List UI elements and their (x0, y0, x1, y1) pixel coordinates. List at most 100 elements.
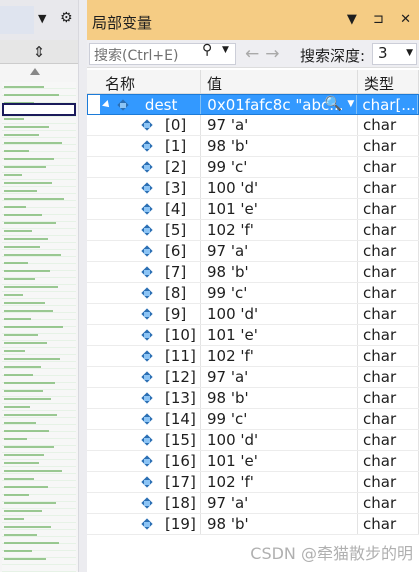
element-value[interactable]: 100 'd' (201, 430, 358, 450)
element-name-cell[interactable]: [0] (99, 115, 201, 135)
element-name-cell[interactable]: [5] (99, 220, 201, 240)
element-value[interactable]: 99 'c' (201, 157, 358, 177)
element-name: [9] (165, 305, 187, 323)
search-options-dropdown-icon[interactable]: ▼ (222, 45, 229, 55)
column-header-value[interactable]: 值 (201, 70, 358, 93)
element-value[interactable]: 99 'c' (201, 409, 358, 429)
element-value[interactable]: 98 'b' (201, 514, 358, 534)
gear-icon[interactable]: ⚙ (60, 10, 73, 26)
element-type: char (358, 199, 419, 219)
table-row[interactable]: [12] 97 'a' char (87, 367, 419, 388)
search-input[interactable]: 搜索(Ctrl+E) (89, 43, 236, 65)
element-name-cell[interactable]: [13] (99, 388, 201, 408)
element-value[interactable]: 102 'f' (201, 220, 358, 240)
element-name-cell[interactable]: [12] (99, 367, 201, 387)
element-value[interactable]: 97 'a' (201, 115, 358, 135)
table-row[interactable]: [5] 102 'f' char (87, 220, 419, 241)
table-row[interactable]: [7] 98 'b' char (87, 262, 419, 283)
search-depth-select[interactable]: 3 ▼ (372, 43, 417, 65)
left-panel-tab[interactable] (0, 6, 34, 34)
element-type: char (358, 262, 419, 282)
element-name-cell[interactable]: [16] (99, 451, 201, 471)
element-value[interactable]: 97 'a' (201, 367, 358, 387)
collapse-triangle-icon[interactable] (101, 100, 112, 110)
variable-value-cell[interactable]: 0x01fafc8c "abc... 🔍 ▼ (201, 95, 358, 114)
element-name-cell[interactable]: [3] (99, 178, 201, 198)
table-row[interactable]: [2] 99 'c' char (87, 157, 419, 178)
table-row[interactable]: [6] 97 'a' char (87, 241, 419, 262)
pin-icon[interactable]: ⊐ (373, 12, 384, 27)
chevron-down-icon[interactable]: ▼ (406, 48, 413, 58)
element-value[interactable]: 98 'b' (201, 136, 358, 156)
variable-icon (141, 392, 153, 404)
element-value[interactable]: 101 'e' (201, 325, 358, 345)
element-value[interactable]: 100 'd' (201, 304, 358, 324)
close-icon[interactable]: ✕ (400, 12, 411, 27)
variable-icon (141, 518, 153, 530)
element-name-cell[interactable]: [10] (99, 325, 201, 345)
row-gutter (87, 178, 99, 198)
panel-divider[interactable] (78, 0, 87, 572)
element-type: char (358, 388, 419, 408)
element-value[interactable]: 100 'd' (201, 178, 358, 198)
element-value[interactable]: 101 'e' (201, 199, 358, 219)
splitter-handle-icon[interactable]: ⇕ (0, 40, 78, 64)
element-value[interactable]: 98 'b' (201, 262, 358, 282)
visualizer-dropdown-icon[interactable]: ▼ (347, 99, 354, 109)
dropdown-arrow-icon[interactable]: ▼ (38, 12, 46, 25)
element-name: [19] (165, 515, 196, 533)
row-gutter (87, 136, 99, 156)
element-name-cell[interactable]: [19] (99, 514, 201, 534)
element-name-cell[interactable]: [18] (99, 493, 201, 513)
element-value[interactable]: 97 'a' (201, 493, 358, 513)
variable-name-cell[interactable]: dest (99, 95, 202, 114)
element-name-cell[interactable]: [4] (99, 199, 201, 219)
element-value[interactable]: 102 'f' (201, 472, 358, 492)
table-row[interactable]: [18] 97 'a' char (87, 493, 419, 514)
table-row[interactable]: [9] 100 'd' char (87, 304, 419, 325)
table-row[interactable]: [8] 99 'c' char (87, 283, 419, 304)
search-previous-icon[interactable]: ← (245, 44, 259, 64)
element-value[interactable]: 102 'f' (201, 346, 358, 366)
element-value[interactable]: 99 'c' (201, 283, 358, 303)
element-name-cell[interactable]: [8] (99, 283, 201, 303)
minimap-viewport[interactable] (2, 103, 76, 116)
table-row[interactable]: [11] 102 'f' char (87, 346, 419, 367)
element-name-cell[interactable]: [11] (99, 346, 201, 366)
element-name-cell[interactable]: [2] (99, 157, 201, 177)
element-type: char (358, 325, 419, 345)
table-row[interactable]: [15] 100 'd' char (87, 430, 419, 451)
element-name-cell[interactable]: [7] (99, 262, 201, 282)
table-row[interactable]: [16] 101 'e' char (87, 451, 419, 472)
element-name-cell[interactable]: [15] (99, 430, 201, 450)
window-menu-dropdown-icon[interactable]: ▼ (347, 12, 357, 27)
table-row[interactable]: [3] 100 'd' char (87, 178, 419, 199)
element-value[interactable]: 97 'a' (201, 241, 358, 261)
table-row[interactable]: [17] 102 'f' char (87, 472, 419, 493)
table-row[interactable]: [4] 101 'e' char (87, 199, 419, 220)
table-row[interactable]: [0] 97 'a' char (87, 115, 419, 136)
search-icon[interactable]: ⚲ (202, 42, 212, 58)
table-row[interactable]: [1] 98 'b' char (87, 136, 419, 157)
column-header-name[interactable]: 名称 (99, 70, 201, 93)
element-value[interactable]: 101 'e' (201, 451, 358, 471)
element-name-cell[interactable]: [14] (99, 409, 201, 429)
table-row[interactable]: [13] 98 'b' char (87, 388, 419, 409)
variable-icon (141, 224, 153, 236)
variable-row-dest[interactable]: dest 0x01fafc8c "abc... 🔍 ▼ char[... (87, 94, 419, 115)
element-name-cell[interactable]: [1] (99, 136, 201, 156)
search-next-icon[interactable]: → (265, 44, 279, 64)
magnifier-icon[interactable]: 🔍 (325, 96, 342, 112)
table-row[interactable]: [19] 98 'b' char (87, 514, 419, 535)
element-type: char (358, 178, 419, 198)
element-name: [13] (165, 389, 196, 407)
element-name-cell[interactable]: [9] (99, 304, 201, 324)
table-row[interactable]: [10] 101 'e' char (87, 325, 419, 346)
element-name-cell[interactable]: [6] (99, 241, 201, 261)
scroll-up-icon[interactable] (30, 68, 40, 75)
column-header-type[interactable]: 类型 (358, 70, 419, 93)
element-value[interactable]: 98 'b' (201, 388, 358, 408)
element-name-cell[interactable]: [17] (99, 472, 201, 492)
table-row[interactable]: [14] 99 'c' char (87, 409, 419, 430)
variable-icon (141, 350, 153, 362)
